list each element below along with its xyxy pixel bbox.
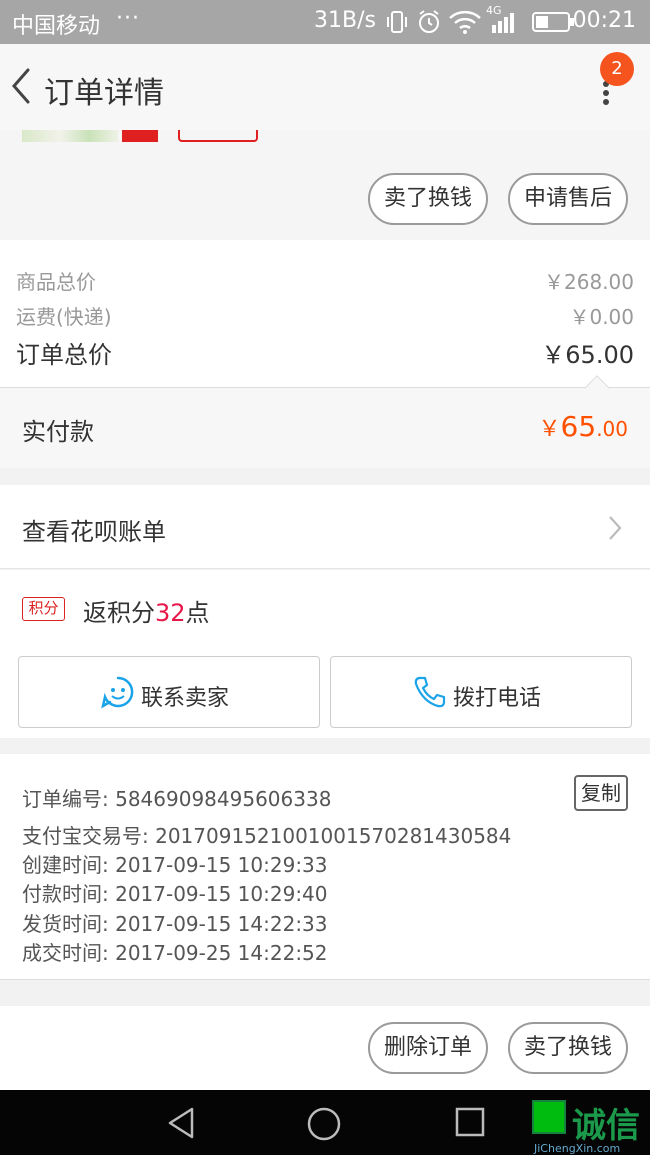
chevron-right-icon [609, 516, 622, 540]
amount-decimal: .00 [596, 417, 628, 441]
back-arrow-icon[interactable] [8, 66, 34, 106]
delete-order-button[interactable]: 删除订单 [368, 1022, 488, 1074]
completed-time: 成交时间: 2017-09-25 14:22:52 [22, 941, 328, 965]
huabei-bill-row[interactable]: 查看花呗账单 [0, 485, 650, 569]
nav-back-icon[interactable] [164, 1106, 198, 1140]
product-label-image [122, 130, 158, 142]
actual-payment-amount: ￥65.00 [539, 410, 628, 443]
carrier-name: 中国移动 [12, 14, 101, 39]
amount-integer: 65 [560, 410, 597, 443]
points-number: 32 [155, 599, 186, 627]
order-total-label: 订单总价 [16, 341, 112, 369]
shipped-time: 发货时间: 2017-09-15 14:22:33 [22, 912, 328, 936]
paid-time: 付款时间: 2017-09-15 10:29:40 [22, 882, 328, 906]
page-title: 订单详情 [44, 76, 164, 111]
system-nav-bar: 诚信 JiChengXin.com [0, 1090, 650, 1155]
bottom-action-bar: 删除订单 卖了换钱 [0, 1006, 650, 1090]
status-bar: 中国移动 ··· 31B/s 4G 00:21 [0, 0, 650, 44]
battery-icon [532, 12, 574, 32]
price-summary: 商品总价 ￥268.00 运费(快递) ￥0.00 订单总价 ￥65.00 [0, 240, 650, 388]
points-text: 返积分32点 [83, 593, 210, 628]
order-number: 订单编号: 58469098495606338 [22, 787, 332, 811]
order-info: 订单编号: 58469098495606338 复制 支付宝交易号: 20170… [0, 754, 650, 980]
watermark-url: JiChengXin.com [534, 1142, 621, 1155]
points-tag: 积分 [22, 597, 65, 621]
call-phone-button[interactable]: 拨打电话 [330, 656, 632, 728]
notification-badge: 2 [600, 52, 634, 86]
contact-section: 联系卖家 拨打电话 [0, 646, 650, 738]
points-prefix: 返积分 [83, 599, 155, 627]
shipping-label: 运费(快递) [16, 305, 112, 329]
alipay-trade-number: 支付宝交易号: 2017091521001001570281430584 [22, 824, 512, 848]
copy-button[interactable]: 复制 [574, 775, 628, 811]
product-card: 卖了换钱 申请售后 [0, 130, 650, 240]
actual-payment: 实付款 ￥65.00 [0, 388, 650, 468]
chat-face-icon [101, 676, 134, 709]
created-time: 创建时间: 2017-09-15 10:29:33 [22, 853, 328, 877]
order-total-value: ￥65.00 [541, 341, 634, 369]
goods-total-value: ￥268.00 [544, 270, 634, 294]
return-policy-tag [178, 130, 258, 142]
notification-dots: ··· [116, 6, 140, 31]
contact-seller-label: 联系卖家 [141, 686, 230, 711]
huabei-bill-label: 查看花呗账单 [22, 518, 166, 546]
contact-seller-button[interactable]: 联系卖家 [18, 656, 320, 728]
goods-total-label: 商品总价 [16, 270, 96, 294]
actual-payment-label: 实付款 [22, 418, 94, 446]
points-row: 积分 返积分32点 [0, 570, 650, 646]
sell-for-cash-button[interactable]: 卖了换钱 [368, 173, 488, 225]
shipping-value: ￥0.00 [569, 305, 634, 329]
nav-recents-icon[interactable] [454, 1106, 486, 1138]
phone-icon [414, 676, 446, 708]
watermark-text: 诚信 [572, 1106, 640, 1146]
nav-home-icon[interactable] [306, 1106, 342, 1142]
signal-icon [492, 13, 514, 33]
points-suffix: 点 [185, 599, 210, 627]
wifi-icon [449, 10, 481, 34]
vibrate-icon [387, 11, 407, 33]
alarm-icon [419, 10, 439, 33]
product-image[interactable] [22, 130, 118, 142]
clock: 00:21 [572, 8, 636, 33]
app-header: 订单详情 2 [0, 44, 650, 130]
network-speed: 31B/s [314, 8, 376, 33]
sell-for-cash-footer-button[interactable]: 卖了换钱 [508, 1022, 628, 1074]
call-phone-label: 拨打电话 [453, 686, 542, 711]
currency-symbol: ￥ [538, 417, 561, 442]
watermark-logo [532, 1100, 566, 1134]
apply-after-sale-button[interactable]: 申请售后 [508, 173, 628, 225]
